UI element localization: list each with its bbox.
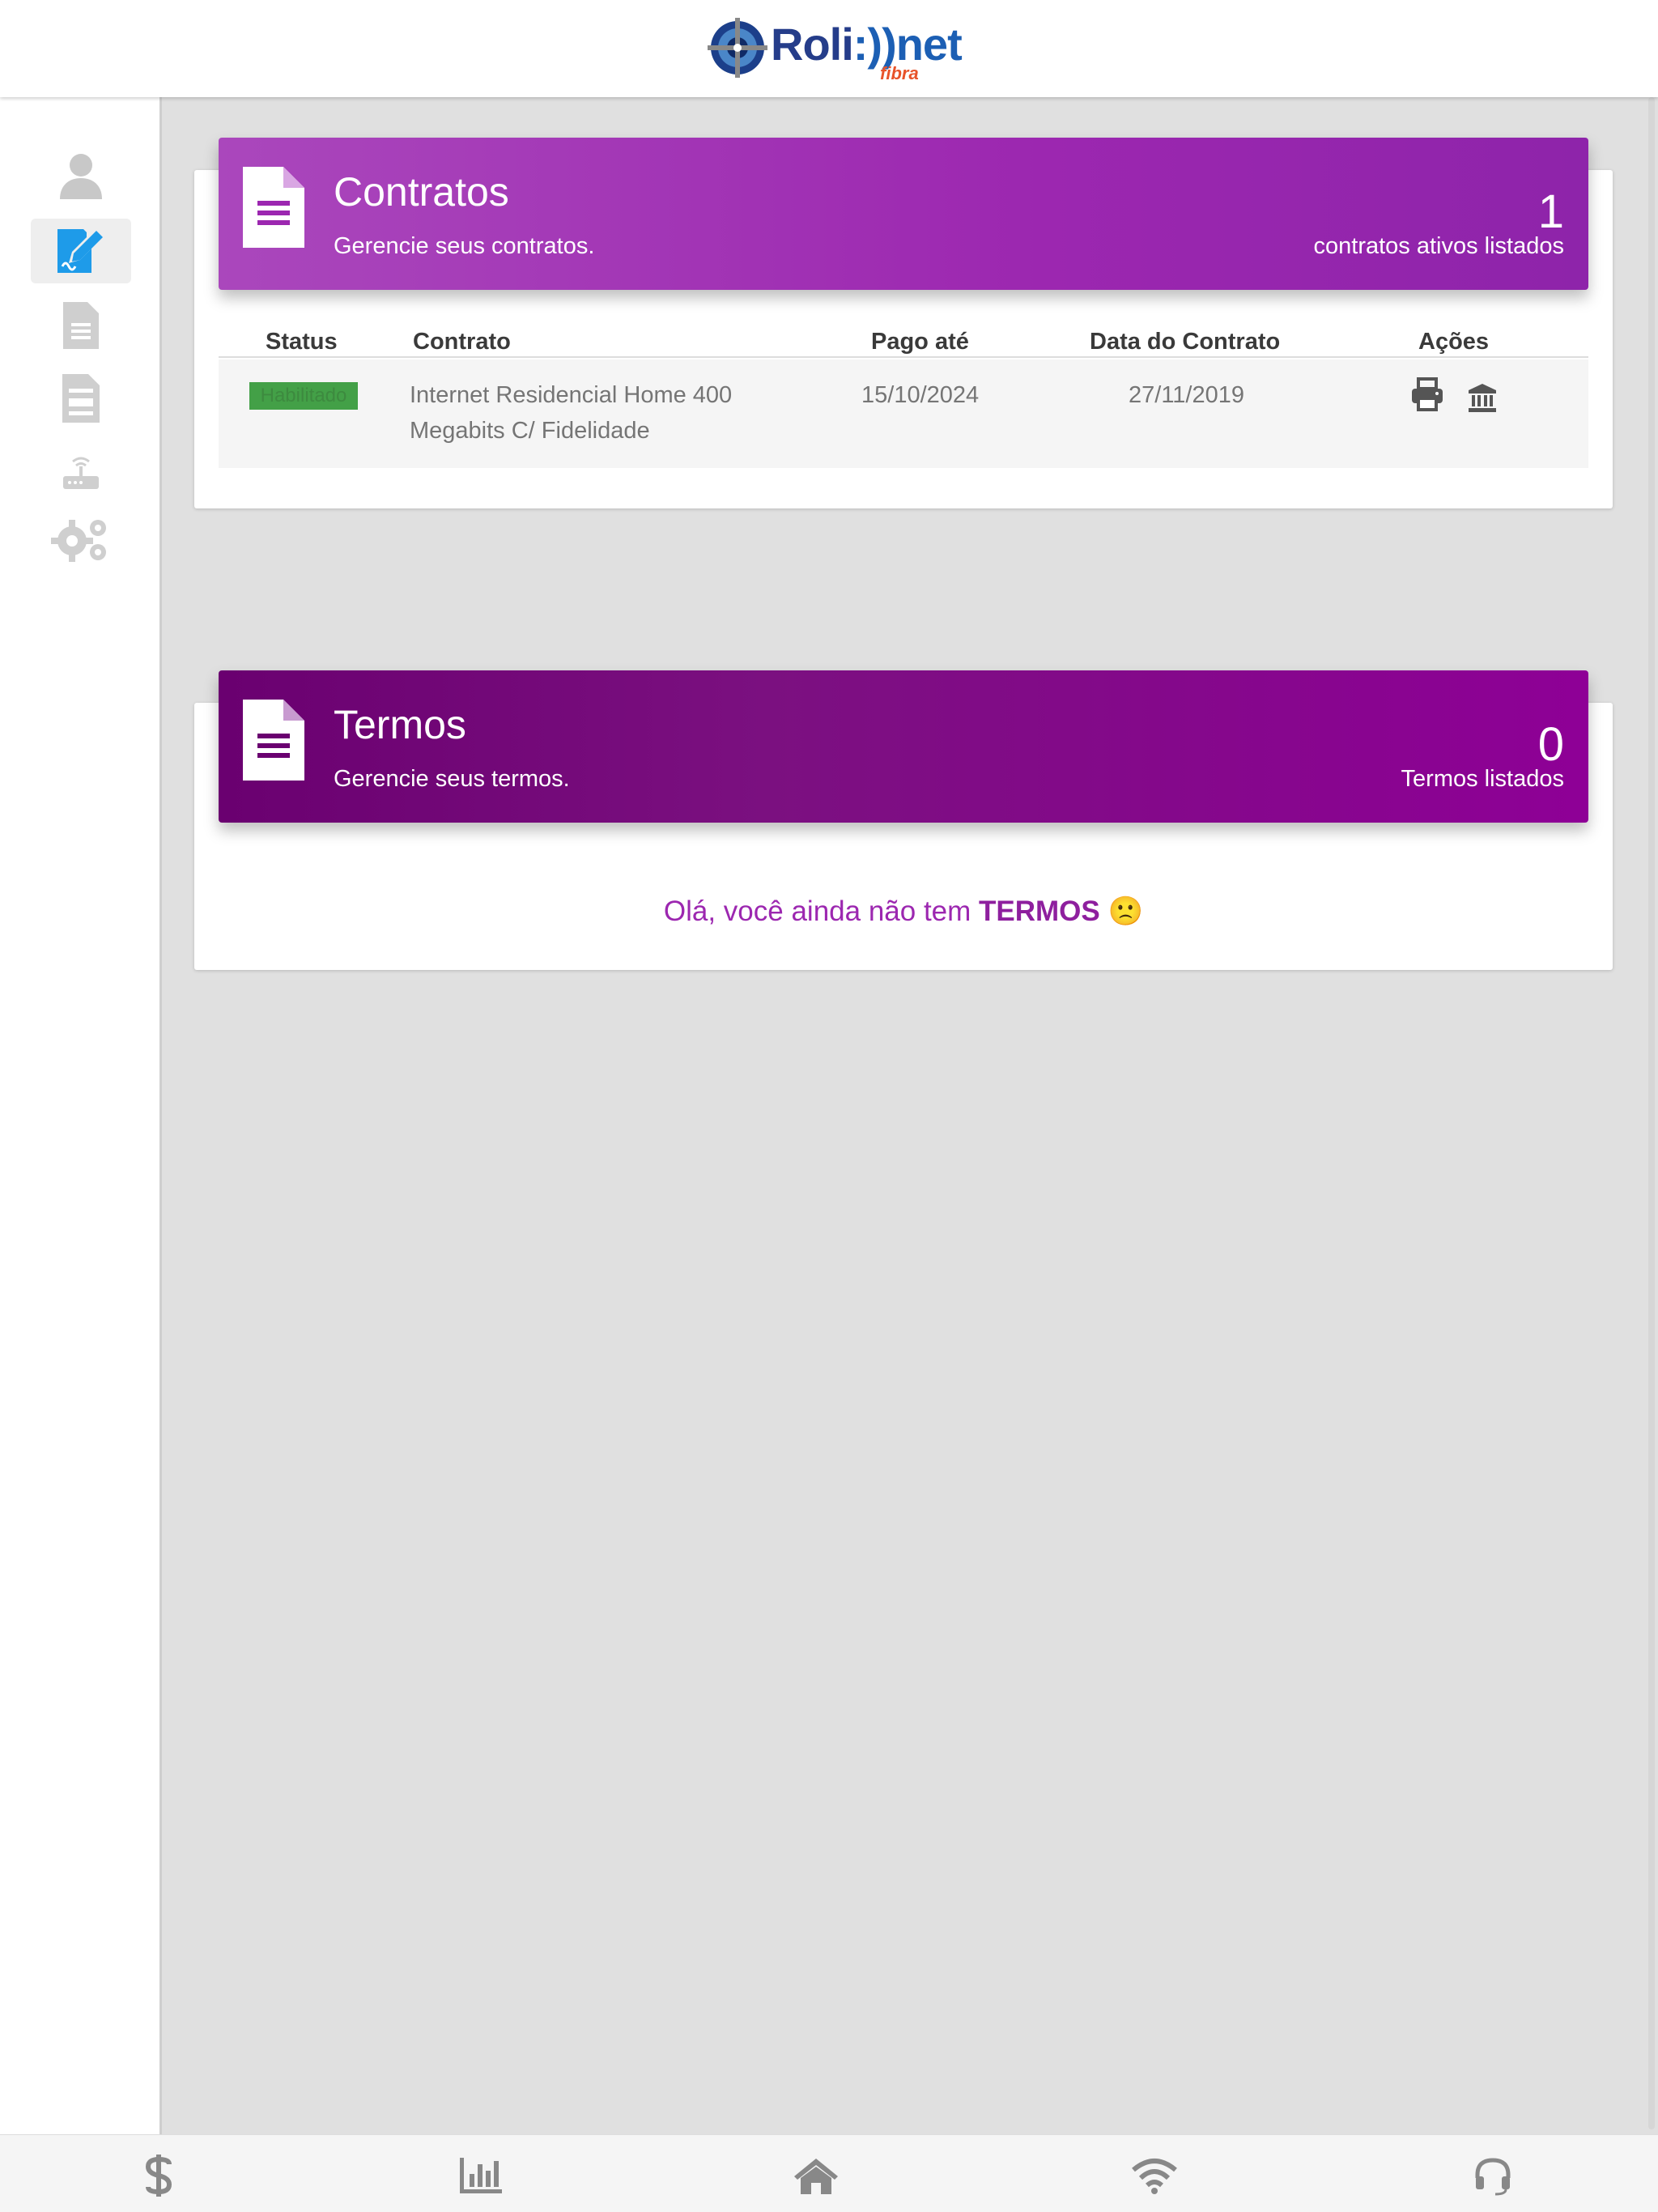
contract-date-value: 27/11/2019 (1129, 382, 1244, 408)
status-badge: Habilitado (249, 382, 358, 410)
bank-icon[interactable] (1467, 382, 1498, 413)
user-icon (60, 154, 102, 199)
contracts-table-header: Status Contrato Pago até Data do Contrat… (219, 321, 1588, 358)
contracts-card-header: Contratos Gerencie seus contratos. 1 con… (219, 138, 1588, 290)
empty-message-strong: TERMOS (979, 895, 1100, 927)
rolinet-logo[interactable]: Roli:))net fibra (706, 10, 963, 87)
contract-name-line2: Megabits C/ Fidelidade (410, 418, 650, 444)
home-icon (794, 2159, 838, 2194)
column-paid-until: Pago até (871, 329, 969, 355)
nav-consumption[interactable] (457, 2151, 505, 2200)
nav-home[interactable] (792, 2151, 840, 2200)
contracts-count-label: contratos ativos listados (1313, 233, 1564, 259)
wifi-icon (1132, 2159, 1177, 2194)
document-icon (243, 167, 304, 248)
column-contract: Contrato (413, 329, 511, 355)
empty-message-text: Olá, você ainda não tem (663, 895, 971, 927)
support-headset-icon (1475, 2158, 1511, 2196)
contract-sign-icon (57, 229, 103, 273)
sidebar-item-settings[interactable] (31, 507, 131, 572)
contracts-count: 1 (1537, 185, 1564, 238)
sad-face-emoji: 🙁 (1107, 895, 1144, 927)
left-sidebar (0, 97, 162, 2134)
dollar-icon (145, 2155, 172, 2197)
paid-until-value: 15/10/2024 (861, 382, 980, 408)
logo-wordmark: Roli:))net (771, 19, 963, 70)
terms-count-label: Termos listados (1401, 766, 1564, 792)
table-row: Habilitado Internet Residencial Home 400… (219, 359, 1588, 468)
sidebar-item-profile[interactable] (31, 144, 131, 209)
sidebar-item-contracts[interactable] (31, 219, 131, 283)
contract-name-line1: Internet Residencial Home 400 (410, 382, 733, 408)
sidebar-item-router[interactable] (31, 440, 131, 505)
column-actions: Ações (1418, 329, 1490, 355)
terms-count: 0 (1537, 718, 1564, 771)
nav-wifi[interactable] (1130, 2151, 1179, 2200)
logo-target-icon (708, 18, 767, 78)
column-contract-date: Data do Contrato (1090, 329, 1281, 355)
sidebar-item-documents[interactable] (31, 293, 131, 358)
document-icon (63, 302, 99, 349)
terms-title: Termos (334, 702, 466, 747)
sidebar-item-invoices[interactable] (31, 366, 131, 431)
contracts-subtitle: Gerencie seus contratos. (334, 233, 595, 259)
document-icon (243, 700, 304, 781)
bottom-navigation (0, 2134, 1658, 2212)
logo-subtext: fibra (880, 63, 919, 83)
page-scrollbar[interactable] (1648, 97, 1655, 2129)
column-status: Status (266, 329, 338, 355)
router-icon (63, 457, 99, 489)
contracts-title: Contratos (334, 169, 509, 215)
nav-billing[interactable] (134, 2151, 183, 2200)
terms-card-header: Termos Gerencie seus termos. 0 Termos li… (219, 670, 1588, 823)
chart-icon (460, 2158, 502, 2193)
print-icon[interactable] (1410, 377, 1444, 411)
terms-subtitle: Gerencie seus termos. (334, 766, 570, 792)
top-header: Roli:))net fibra (0, 0, 1658, 97)
nav-support[interactable] (1469, 2151, 1517, 2200)
invoice-icon (62, 374, 100, 423)
terms-empty-message: Olá, você ainda não tem TERMOS 🙁 (194, 895, 1613, 928)
gears-icon (51, 520, 106, 562)
